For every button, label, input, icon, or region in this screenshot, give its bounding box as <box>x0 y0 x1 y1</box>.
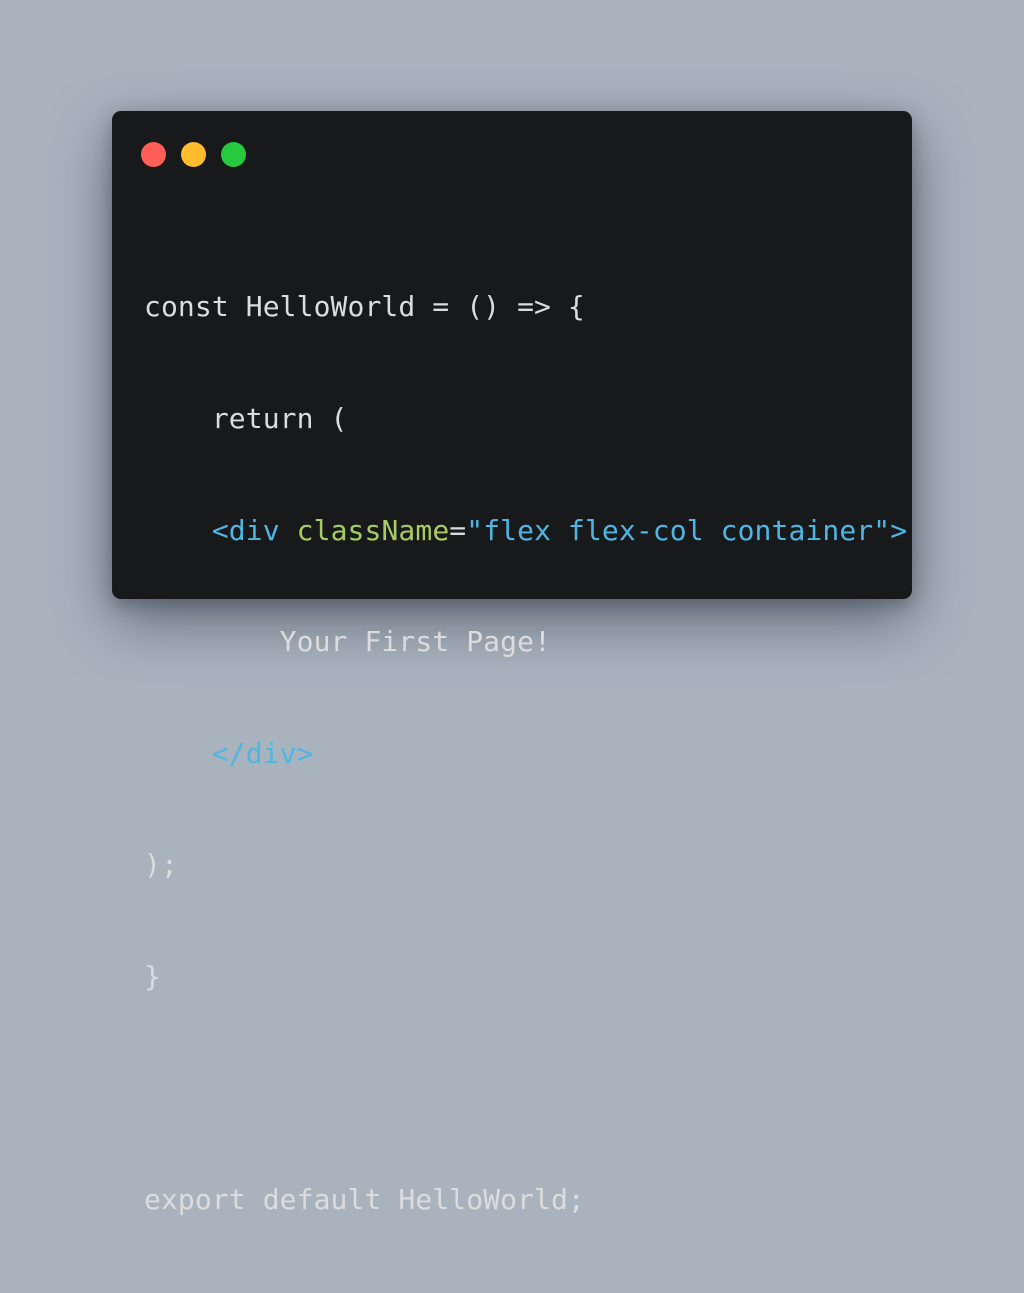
code-text: const HelloWorld = () => { <box>144 290 585 324</box>
code-line-1: const HelloWorld = () => { <box>144 288 907 325</box>
code-line-3: <div className="flex flex-col container"… <box>144 512 907 549</box>
code-block: const HelloWorld = () => { return ( <div… <box>144 214 907 1293</box>
minimize-button-icon[interactable] <box>181 142 206 167</box>
code-text: export default HelloWorld; <box>144 1183 585 1217</box>
code-text: return ( <box>211 402 348 435</box>
jsx-attribute-value: "flex flex-col container" <box>466 513 891 547</box>
jsx-attribute: className <box>296 513 450 547</box>
code-line-4: Your First Page! <box>144 623 907 660</box>
code-line-6: ); <box>144 846 907 883</box>
equals-sign: = <box>449 513 467 547</box>
jsx-open-tag: <div <box>211 513 280 547</box>
code-window: const HelloWorld = () => { return ( <div… <box>112 111 912 1216</box>
code-text: Your First Page! <box>279 625 551 659</box>
window-controls <box>141 142 246 167</box>
code-text: ); <box>144 848 178 882</box>
code-line-7: } <box>144 958 907 995</box>
jsx-close-tag: </div> <box>211 736 314 770</box>
close-button-icon[interactable] <box>141 142 166 167</box>
jsx-tag-close: > <box>890 513 908 547</box>
code-line-5: </div> <box>144 735 907 772</box>
code-line-9: export default HelloWorld; <box>144 1181 907 1218</box>
maximize-button-icon[interactable] <box>221 142 246 167</box>
code-text: } <box>144 959 161 993</box>
code-line-2: return ( <box>144 400 907 437</box>
